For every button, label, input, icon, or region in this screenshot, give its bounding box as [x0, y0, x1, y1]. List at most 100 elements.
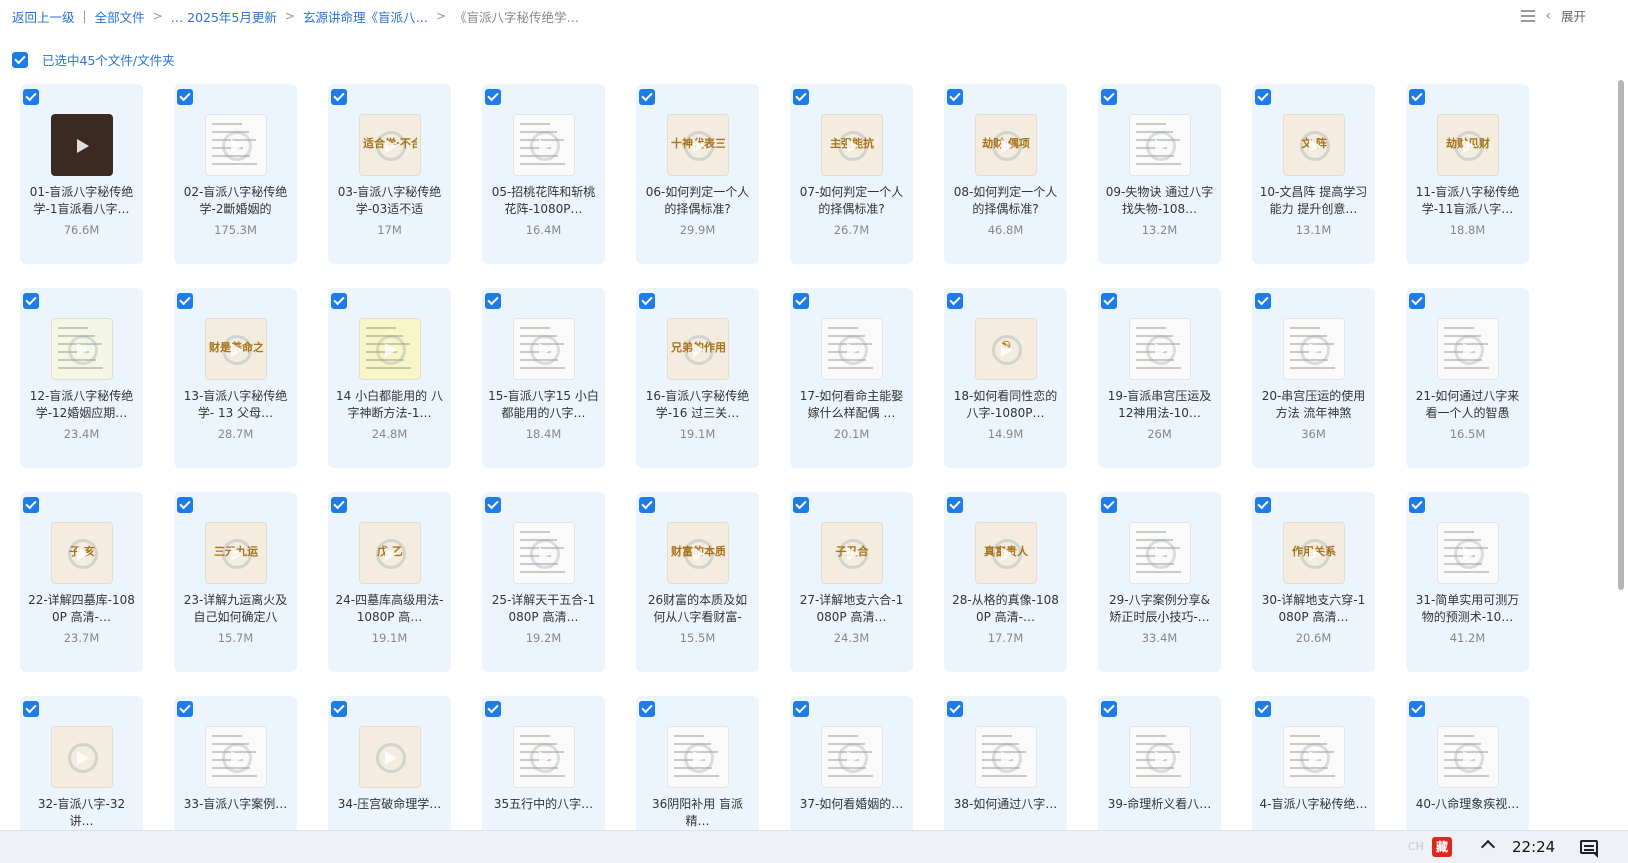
file-checkbox[interactable] [331, 701, 347, 717]
notification-icon[interactable] [1580, 840, 1598, 858]
file-checkbox[interactable] [1101, 89, 1117, 105]
file-checkbox[interactable] [1409, 89, 1425, 105]
file-checkbox[interactable] [1409, 701, 1425, 717]
file-checkbox[interactable] [793, 701, 809, 717]
file-card[interactable]: 真富贵人 28-从格的真像-1080P 高清-… 17.7M [944, 492, 1067, 672]
play-icon [77, 343, 89, 357]
file-card[interactable]: 32-盲派八字-32讲… [20, 696, 143, 830]
scrollbar[interactable] [1618, 80, 1624, 590]
file-checkbox[interactable] [947, 497, 963, 513]
breadcrumb-all-files[interactable]: 全部文件 [95, 7, 145, 26]
file-checkbox[interactable] [1409, 293, 1425, 309]
chevron-up-icon[interactable] [1480, 839, 1496, 855]
file-card[interactable]: 19-盲派串宫压运及12神用法-10… 26M [1098, 288, 1221, 468]
file-checkbox[interactable] [1409, 497, 1425, 513]
file-checkbox[interactable] [1101, 701, 1117, 717]
file-card[interactable]: 34-压宫破命理学… [328, 696, 451, 830]
file-checkbox[interactable] [639, 89, 655, 105]
file-card[interactable]: 31-简单实用可测万物的预测术-10… 41.2M [1406, 492, 1529, 672]
file-checkbox[interactable] [23, 497, 39, 513]
file-checkbox[interactable] [1255, 497, 1271, 513]
file-checkbox[interactable] [485, 89, 501, 105]
file-card[interactable]: 兄弟的作用 16-盲派八字秘传绝学-16 过三关… 19.1M [636, 288, 759, 468]
select-all-checkbox[interactable] [12, 51, 28, 68]
file-checkbox[interactable] [947, 293, 963, 309]
file-checkbox[interactable] [177, 89, 193, 105]
file-checkbox[interactable] [177, 701, 193, 717]
file-checkbox[interactable] [485, 701, 501, 717]
file-checkbox[interactable] [485, 293, 501, 309]
video-thumbnail: 财是养命之源 [205, 318, 267, 380]
chevron-left-icon[interactable]: ‹ [1545, 8, 1551, 24]
file-card[interactable]: 4-盲派八字秘传绝… [1252, 696, 1375, 830]
back-link[interactable]: 返回上一级 [12, 7, 75, 26]
file-card[interactable]: 15-盲派八字15 小白都能用的八字… 18.4M [482, 288, 605, 468]
file-checkbox[interactable] [793, 497, 809, 513]
file-card[interactable]: 40-八命理象疾视… [1406, 696, 1529, 830]
file-checkbox[interactable] [331, 89, 347, 105]
file-card[interactable]: 37-如何看婚姻的… [790, 696, 913, 830]
file-card[interactable]: 35五行中的八字… [482, 696, 605, 830]
file-card[interactable]: 十神代表三观 06-如何判定一个人的择偶标准? 29.9M [636, 84, 759, 264]
file-card[interactable]: 主强能抗 07-如何判定一个人的择偶标准? 26.7M [790, 84, 913, 264]
file-card[interactable]: 适合学·不合 03-盲派八字秘传绝学-03适不适 17M [328, 84, 451, 264]
clock[interactable]: 22:24 [1512, 838, 1555, 856]
file-checkbox[interactable] [177, 497, 193, 513]
file-checkbox[interactable] [1255, 293, 1271, 309]
breadcrumb-separator: | [82, 9, 87, 23]
file-checkbox[interactable] [331, 497, 347, 513]
file-card[interactable]: 三元九运 23-详解九运离火及自己如何确定八 15.7M [174, 492, 297, 672]
file-card[interactable]: 39-命理析义看八… [1098, 696, 1221, 830]
file-card[interactable]: 戊 乙 24-四墓库高级用法-1080P 高… 19.1M [328, 492, 451, 672]
file-card[interactable]: 劫财见财 11-盲派八字秘传绝学-11盲派八字… 18.8M [1406, 84, 1529, 264]
file-checkbox[interactable] [1101, 497, 1117, 513]
video-thumbnail: 真富贵人 [975, 522, 1037, 584]
file-name: 25-详解天干五合-1080P 高清… [491, 593, 596, 624]
file-card[interactable]: 文 阵 10-文昌阵 提高学习能力 提升创意… 13.1M [1252, 84, 1375, 264]
video-thumbnail [1129, 114, 1191, 176]
list-view-icon[interactable] [1521, 9, 1536, 22]
file-card[interactable]: 财是养命之源 13-盲派八字秘传绝学- 13 父母… 28.7M [174, 288, 297, 468]
file-checkbox[interactable] [639, 293, 655, 309]
file-checkbox[interactable] [23, 701, 39, 717]
file-card[interactable]: 子 亥 22-详解四墓库-1080P 高清-… 23.7M [20, 492, 143, 672]
input-method-indicator[interactable]: CH [1408, 840, 1424, 853]
file-checkbox[interactable] [947, 701, 963, 717]
file-card[interactable]: 38-如何通过八字… [944, 696, 1067, 830]
file-checkbox[interactable] [793, 293, 809, 309]
file-checkbox[interactable] [23, 89, 39, 105]
breadcrumb-xuanyuan[interactable]: 玄源讲命理《盲派八… [303, 7, 428, 26]
file-checkbox[interactable] [793, 89, 809, 105]
file-checkbox[interactable] [639, 497, 655, 513]
file-checkbox[interactable] [947, 89, 963, 105]
file-checkbox[interactable] [639, 701, 655, 717]
file-checkbox[interactable] [177, 293, 193, 309]
file-card[interactable]: 子丑合 27-详解地支六合-1080P 高清… 24.3M [790, 492, 913, 672]
file-card[interactable]: 33-盲派八字案例… [174, 696, 297, 830]
file-card[interactable]: 29-八字案例分享&矫正时辰小技巧-… 33.4M [1098, 492, 1221, 672]
file-card[interactable]: 作用关系 30-详解地支六穿-1080P 高清… 20.6M [1252, 492, 1375, 672]
file-card[interactable]: 14 小白都能用的 八字神断方法-1… 24.8M [328, 288, 451, 468]
file-card[interactable]: 01-盲派八字秘传绝学-1盲派看八字… 76.6M [20, 84, 143, 264]
file-card[interactable]: 25-详解天干五合-1080P 高清… 19.2M [482, 492, 605, 672]
file-card[interactable]: 02-盲派八字秘传绝学-2斷婚姻的 175.3M [174, 84, 297, 264]
file-card[interactable]: 劫财·偶项 08-如何判定一个人的择偶标准? 46.8M [944, 84, 1067, 264]
file-checkbox[interactable] [331, 293, 347, 309]
file-checkbox[interactable] [23, 293, 39, 309]
file-card[interactable]: 05-招桃花阵和斩桃花阵-1080P… 16.4M [482, 84, 605, 264]
expand-button[interactable]: 展开 [1561, 6, 1586, 25]
tray-app-icon[interactable]: 藏 [1432, 837, 1452, 857]
file-card[interactable]: 36阴阳补用 盲派精… [636, 696, 759, 830]
file-card[interactable]: 20-串宫压运的使用方法 流年神煞 36M [1252, 288, 1375, 468]
file-checkbox[interactable] [1101, 293, 1117, 309]
file-card[interactable]: 09-失物诀 通过八字找失物-108… 13.2M [1098, 84, 1221, 264]
breadcrumb-may-update[interactable]: … 2025年5月更新 [171, 7, 277, 26]
file-checkbox[interactable] [485, 497, 501, 513]
file-card[interactable]: 21-如何通过八字来看一个人的智愚 16.5M [1406, 288, 1529, 468]
file-card[interactable]: 财富的本质 26财富的本质及如何从八字看财富- 15.5M [636, 492, 759, 672]
file-card[interactable]: 17-如何看命主能娶嫁什么样配偶 … 20.1M [790, 288, 913, 468]
file-checkbox[interactable] [1255, 89, 1271, 105]
file-checkbox[interactable] [1255, 701, 1271, 717]
file-card[interactable]: 12-盲派八字秘传绝学-12婚姻应期… 23.4M [20, 288, 143, 468]
file-card[interactable]: ☯ 18-如何看同性恋的八字-1080P… 14.9M [944, 288, 1067, 468]
